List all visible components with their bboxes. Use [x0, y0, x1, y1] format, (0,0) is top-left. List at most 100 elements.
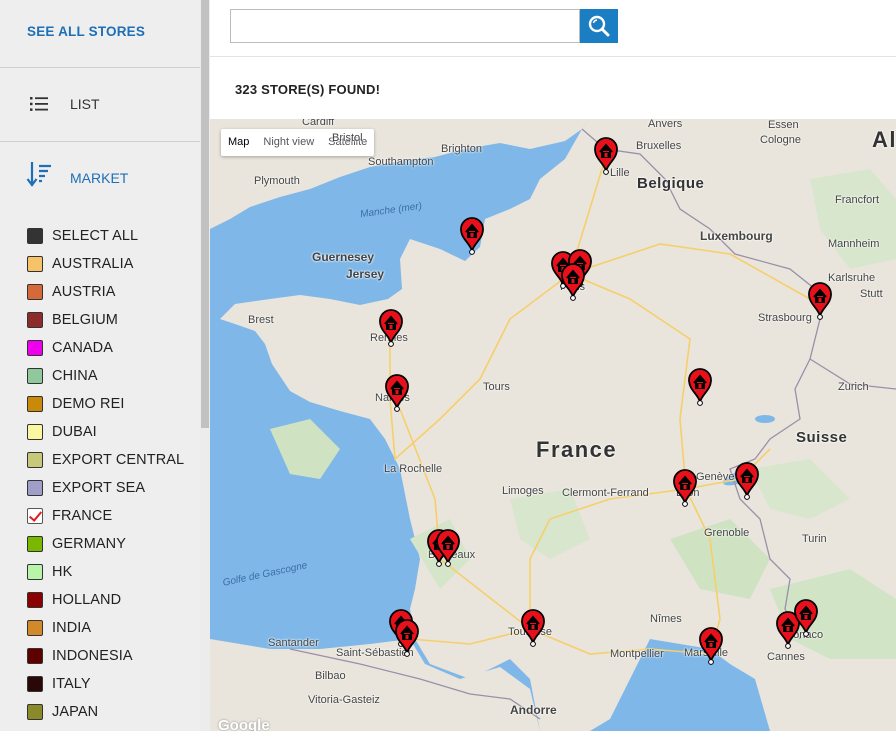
- market-checkbox[interactable]: [27, 564, 43, 580]
- market-label: HK: [52, 564, 73, 580]
- market-checkbox[interactable]: [27, 704, 43, 720]
- market-label: CHINA: [52, 368, 98, 384]
- map-label: Jersey: [346, 267, 385, 281]
- market-checkbox[interactable]: [27, 592, 43, 608]
- scrollbar-thumb[interactable]: [201, 0, 209, 428]
- map-label: Cardiff: [302, 119, 335, 128]
- market-item[interactable]: CANADA: [27, 334, 184, 362]
- store-map[interactable]: Map Night view Satellite Cardiff Bristol S…: [210, 119, 896, 731]
- market-label: AUSTRIA: [52, 284, 116, 300]
- market-item[interactable]: JAPAN: [27, 698, 184, 726]
- market-item[interactable]: HK: [27, 558, 184, 586]
- search-button[interactable]: [580, 9, 618, 43]
- map-label: Bilbao: [315, 670, 346, 682]
- market-checkbox[interactable]: [27, 368, 43, 384]
- market-item[interactable]: INDIA: [27, 614, 184, 642]
- store-pin-icon[interactable]: [378, 309, 404, 347]
- sidebar: SEE ALL STORES LIST MARKET SELECT ALL AUS…: [0, 0, 200, 731]
- market-checkbox[interactable]: [27, 340, 43, 356]
- market-item[interactable]: EXPORT SEA: [27, 474, 184, 502]
- market-item[interactable]: EXPORT CENTRAL: [27, 446, 184, 474]
- google-logo: Google: [218, 717, 270, 731]
- search-icon: [588, 15, 610, 37]
- store-pin-icon[interactable]: [687, 368, 713, 406]
- market-label: ITALY: [52, 676, 91, 692]
- map-label: Vitoria-Gasteiz: [308, 694, 380, 706]
- market-checkbox[interactable]: [27, 424, 43, 440]
- market-label: INDIA: [52, 620, 92, 636]
- market-checkbox[interactable]: [27, 536, 43, 552]
- market-label: AUSTRALIA: [52, 256, 134, 272]
- market-checkbox[interactable]: [27, 452, 43, 468]
- store-pin-icon[interactable]: [593, 137, 619, 175]
- map-label: Cannes: [767, 651, 805, 663]
- market-checkbox[interactable]: [27, 648, 43, 664]
- map-label: Belgique: [637, 175, 705, 192]
- store-pin-icon[interactable]: [384, 374, 410, 412]
- map-label: Zurich: [838, 381, 869, 393]
- market-item[interactable]: SELECT ALL: [27, 222, 184, 250]
- list-view-button[interactable]: LIST: [70, 96, 100, 112]
- see-all-stores-link[interactable]: SEE ALL STORES: [27, 24, 145, 39]
- store-pin-icon[interactable]: [520, 609, 546, 647]
- market-checkbox[interactable]: [27, 676, 43, 692]
- store-search-input[interactable]: [230, 9, 580, 43]
- market-checkbox[interactable]: [27, 228, 43, 244]
- map-label: Tours: [483, 381, 510, 393]
- market-label: EXPORT SEA: [52, 480, 146, 496]
- market-label: SELECT ALL: [52, 228, 139, 244]
- market-item[interactable]: HOLLAND: [27, 586, 184, 614]
- market-filter-label[interactable]: MARKET: [70, 170, 128, 186]
- stores-found-count: 323 STORE(S) FOUND!: [235, 82, 381, 97]
- market-label: JAPAN: [52, 704, 99, 720]
- store-pin-icon[interactable]: [793, 599, 819, 637]
- market-label: GERMANY: [52, 536, 127, 552]
- market-checkbox[interactable]: [27, 480, 43, 496]
- market-label: DEMO REI: [52, 396, 125, 412]
- list-icon[interactable]: [30, 97, 48, 111]
- map-type-map-button[interactable]: Map: [221, 129, 256, 156]
- market-item[interactable]: INDONESIA: [27, 642, 184, 670]
- market-label: INDONESIA: [52, 648, 133, 664]
- map-label: Al: [872, 127, 896, 152]
- market-item[interactable]: DEMO REI: [27, 390, 184, 418]
- store-pin-icon[interactable]: [435, 529, 461, 567]
- map-label: Anvers: [648, 119, 683, 130]
- market-checkbox[interactable]: [27, 620, 43, 636]
- market-label: BELGIUM: [52, 312, 118, 328]
- store-pin-icon[interactable]: [459, 217, 485, 255]
- market-item[interactable]: GERMANY: [27, 530, 184, 558]
- divider: [0, 67, 200, 68]
- map-label: Nîmes: [650, 613, 682, 625]
- market-label: DUBAI: [52, 424, 97, 440]
- map-label: Brest: [248, 314, 274, 326]
- market-item[interactable]: CHINA: [27, 362, 184, 390]
- market-checkbox[interactable]: [27, 256, 43, 272]
- market-item[interactable]: AUSTRALIA: [27, 250, 184, 278]
- store-pin-icon[interactable]: [672, 469, 698, 507]
- map-label: Genève: [696, 471, 735, 483]
- map-label: Montpellier: [610, 648, 664, 660]
- market-item[interactable]: ITALY: [27, 670, 184, 698]
- store-pin-icon[interactable]: [807, 282, 833, 320]
- market-label: FRANCE: [52, 508, 113, 524]
- map-type-night-view-button[interactable]: Night view: [256, 129, 321, 156]
- map-label: Turin: [802, 533, 827, 545]
- store-pin-icon[interactable]: [394, 619, 420, 657]
- map-label: Francfort: [835, 194, 880, 206]
- market-checkbox[interactable]: [27, 396, 43, 412]
- market-item[interactable]: FRANCE: [27, 502, 184, 530]
- sort-filter-icon[interactable]: [26, 160, 52, 188]
- market-item[interactable]: DUBAI: [27, 418, 184, 446]
- market-item[interactable]: BELGIUM: [27, 306, 184, 334]
- map-label: Plymouth: [254, 175, 300, 187]
- map-label: Suisse: [796, 429, 848, 446]
- store-pin-icon[interactable]: [734, 462, 760, 500]
- market-item[interactable]: AUSTRIA: [27, 278, 184, 306]
- store-pin-icon[interactable]: [698, 627, 724, 665]
- sidebar-scrollbar[interactable]: [200, 0, 210, 731]
- market-checkbox[interactable]: [27, 312, 43, 328]
- market-checkbox[interactable]: [27, 284, 43, 300]
- store-pin-icon[interactable]: [560, 263, 586, 301]
- market-checkbox-checked[interactable]: [27, 508, 43, 524]
